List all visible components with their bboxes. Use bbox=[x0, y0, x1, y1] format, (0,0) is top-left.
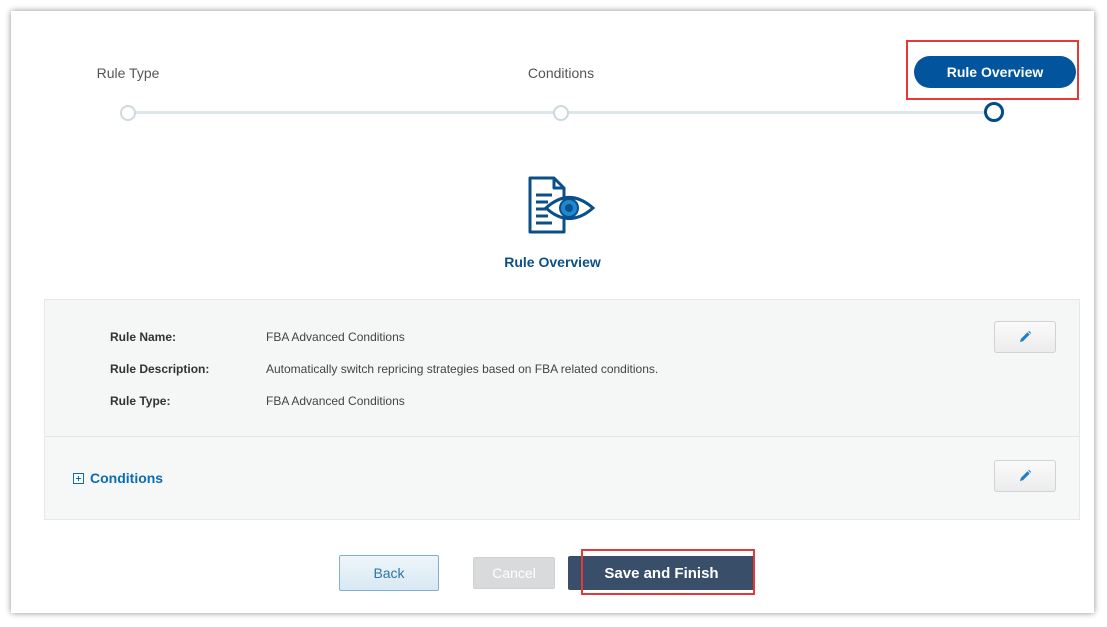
edit-rule-details-button[interactable] bbox=[994, 321, 1056, 353]
rule-details-section: Rule Name: FBA Advanced Conditions Rule … bbox=[45, 300, 1079, 437]
document-eye-icon bbox=[528, 176, 596, 234]
highlight-save-and-finish bbox=[581, 549, 755, 595]
rule-type-value: FBA Advanced Conditions bbox=[266, 394, 405, 408]
step-conditions-label[interactable]: Conditions bbox=[528, 65, 594, 81]
rule-name-value: FBA Advanced Conditions bbox=[266, 330, 405, 344]
plus-square-icon[interactable] bbox=[73, 472, 84, 484]
rule-description-value: Automatically switch repricing strategie… bbox=[266, 362, 659, 376]
step-conditions-dot[interactable] bbox=[553, 105, 569, 121]
wizard-window: Rule Type Conditions Rule Overview Rule … bbox=[11, 11, 1094, 613]
cancel-button[interactable]: Cancel bbox=[473, 557, 555, 589]
conditions-label[interactable]: Conditions bbox=[90, 470, 163, 486]
step-rule-type-label[interactable]: Rule Type bbox=[97, 65, 160, 81]
step-rule-overview-dot[interactable] bbox=[984, 102, 1004, 122]
rule-type-label: Rule Type: bbox=[110, 394, 171, 408]
highlight-rule-overview bbox=[906, 40, 1079, 100]
edit-conditions-button[interactable] bbox=[994, 460, 1056, 492]
page-title: Rule Overview bbox=[504, 254, 601, 270]
rule-name-label: Rule Name: bbox=[110, 330, 177, 344]
step-rule-type-dot[interactable] bbox=[120, 105, 136, 121]
pencil-icon bbox=[1020, 330, 1032, 342]
back-button[interactable]: Back bbox=[339, 555, 439, 591]
pencil-icon bbox=[1020, 469, 1032, 481]
rule-description-label: Rule Description: bbox=[110, 362, 210, 376]
conditions-expander[interactable]: Conditions bbox=[73, 470, 163, 486]
rule-overview-panel: Rule Name: FBA Advanced Conditions Rule … bbox=[44, 299, 1080, 520]
